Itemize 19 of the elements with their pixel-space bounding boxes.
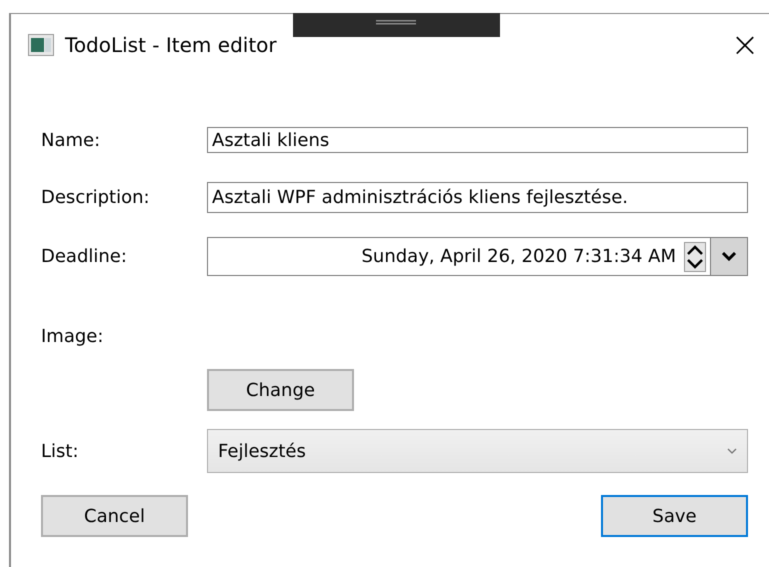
save-button[interactable]: Save	[601, 495, 748, 537]
chevron-down-icon	[727, 448, 737, 454]
drag-bar[interactable]	[293, 13, 500, 37]
change-button[interactable]: Change	[207, 369, 354, 411]
close-icon[interactable]: ×	[725, 28, 765, 62]
app-icon	[28, 34, 54, 56]
grip-icon	[376, 20, 416, 25]
window-title: TodoList - Item editor	[65, 33, 277, 57]
date-time-picker[interactable]: Sunday, April 26, 2020 7:31:34 AM	[207, 237, 748, 276]
list-dropdown[interactable]: Fejlesztés	[207, 429, 748, 473]
spinner-icon[interactable]	[684, 242, 706, 272]
field-label: Description:	[41, 187, 150, 208]
text-field[interactable]: Asztali kliens	[207, 127, 748, 153]
field-label: Deadline:	[41, 246, 127, 267]
field-label: List:	[41, 440, 79, 462]
field-label: Name:	[41, 130, 100, 150]
field-label: Image:	[41, 326, 104, 346]
text-field[interactable]: Asztali WPF adminisztrációs kliens fejlesztése.	[207, 182, 748, 213]
cancel-button[interactable]: Cancel	[41, 495, 188, 537]
